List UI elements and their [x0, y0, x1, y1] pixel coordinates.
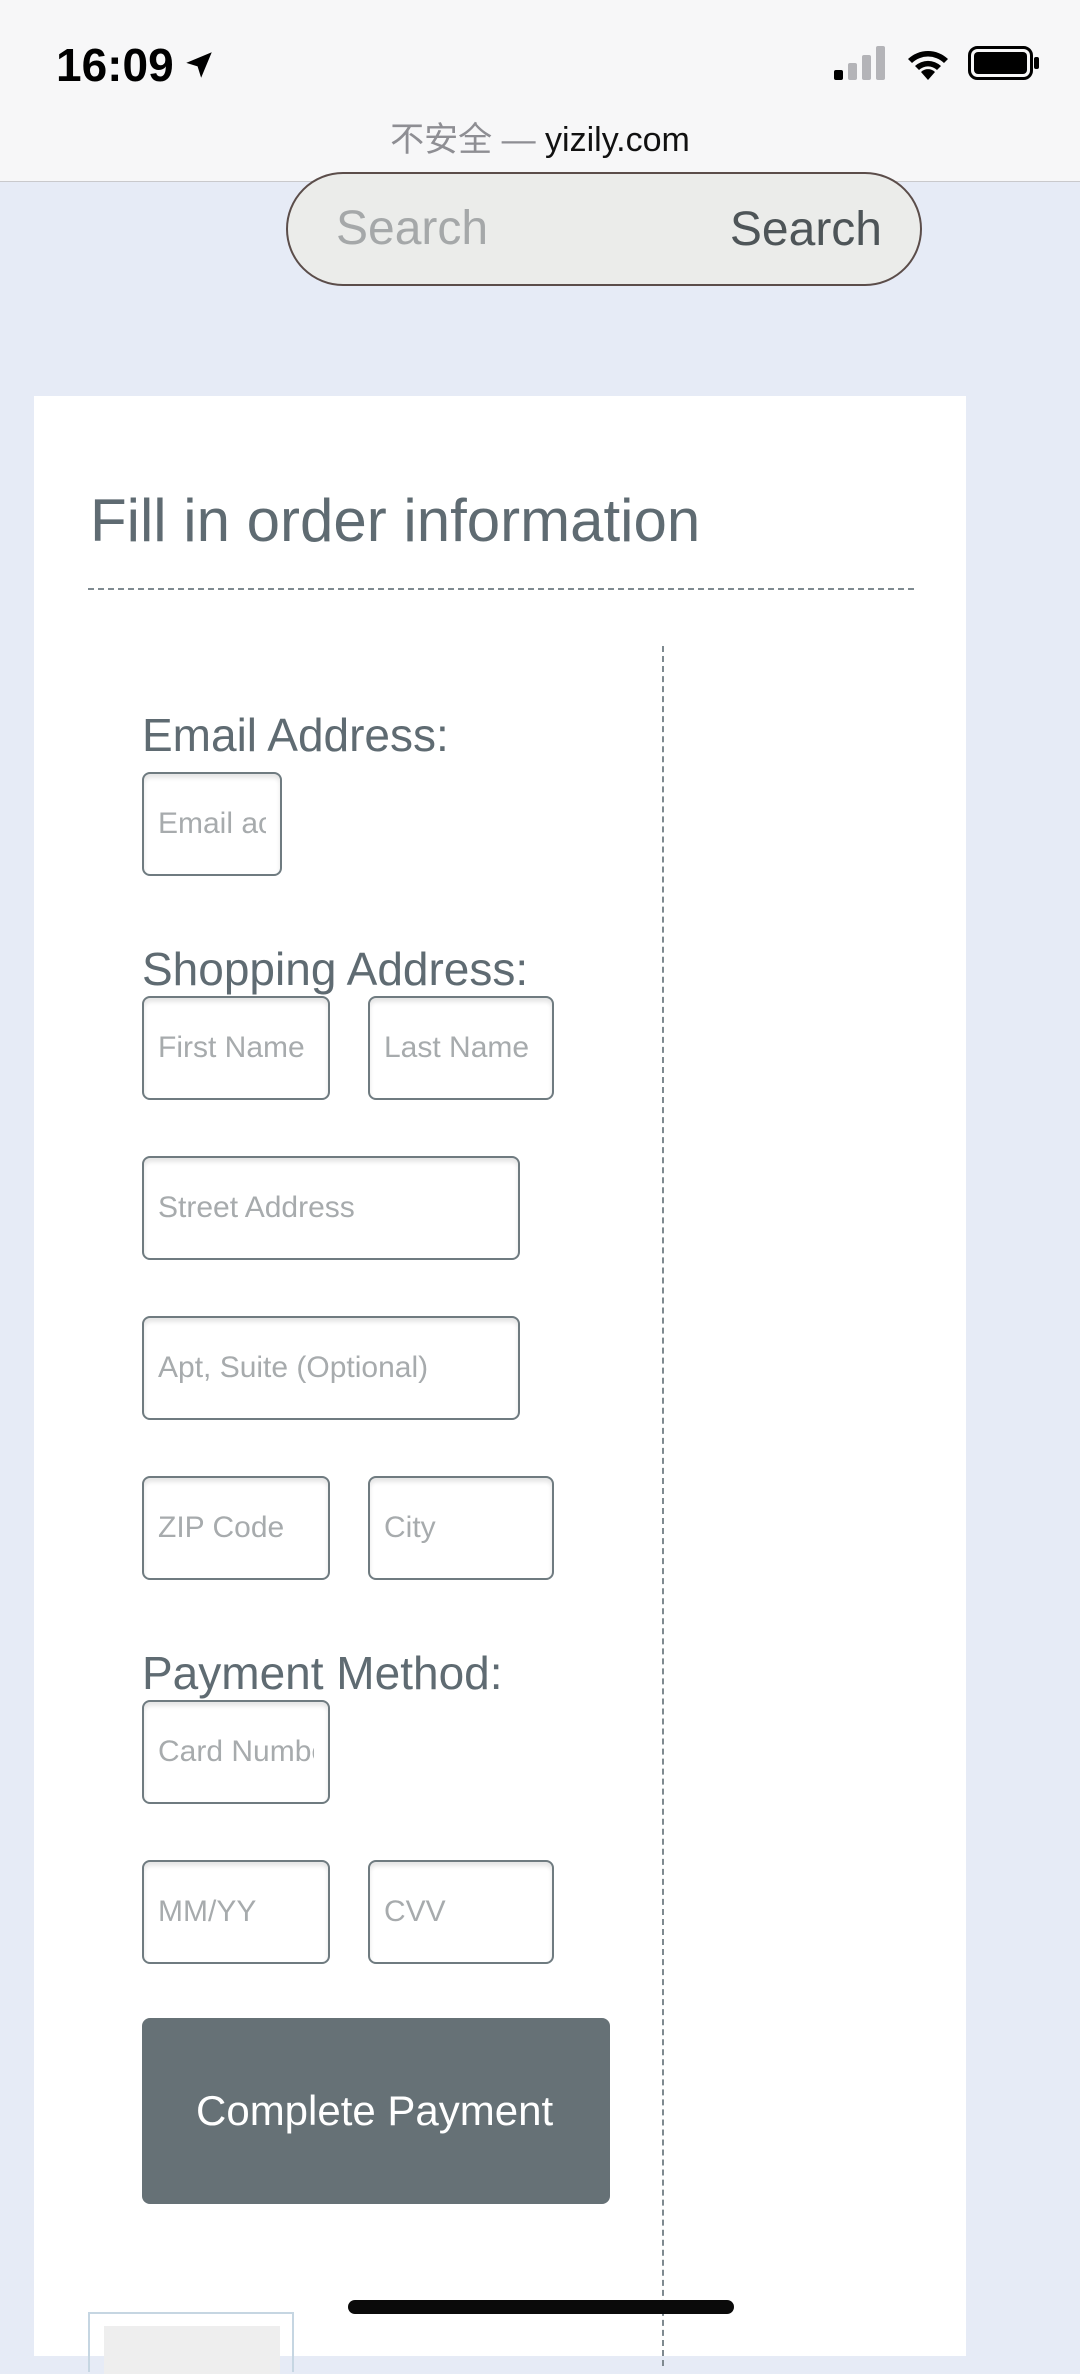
column-divider [662, 646, 664, 2366]
not-secure-label: 不安全 — [390, 121, 536, 159]
location-arrow-icon [185, 52, 212, 78]
email-label: Email Address: [142, 709, 449, 761]
status-icons [834, 46, 1040, 80]
product-thumbnail [88, 2312, 294, 2374]
first-name-field[interactable] [142, 996, 330, 1100]
last-name-field[interactable] [368, 996, 554, 1100]
address-bar[interactable]: 不安全 — yizily.com [0, 112, 1080, 161]
card-number-field[interactable] [142, 1700, 330, 1804]
cvv-field[interactable] [368, 1860, 554, 1964]
complete-payment-button[interactable]: Complete Payment [142, 2018, 610, 2204]
wifi-icon [908, 51, 948, 80]
home-indicator[interactable] [348, 2300, 734, 2314]
street-address-field[interactable] [142, 1156, 520, 1260]
status-bar: 16:09 不安全 — yizily.com [0, 0, 1080, 182]
status-time: 16:09 [56, 38, 216, 92]
expiry-field[interactable] [142, 1860, 330, 1964]
url-domain: yizily.com [545, 121, 690, 159]
title-divider [88, 588, 914, 590]
city-field[interactable] [368, 1476, 554, 1580]
search-button[interactable]: Search [730, 202, 882, 257]
cellular-signal-icon [834, 46, 885, 80]
search-input[interactable] [336, 198, 696, 258]
thumbnail-image [104, 2326, 280, 2374]
shipping-address-label: Shopping Address: [142, 943, 529, 995]
clock-text: 16:09 [56, 39, 174, 91]
apt-suite-field[interactable] [142, 1316, 520, 1420]
order-form-card: Fill in order information Email Address:… [34, 396, 966, 2374]
email-field[interactable] [142, 772, 282, 876]
zip-code-field[interactable] [142, 1476, 330, 1580]
battery-icon [968, 46, 1039, 80]
search-bar: Search [286, 172, 922, 286]
page-title: Fill in order information [90, 487, 701, 554]
payment-method-label: Payment Method: [142, 1647, 503, 1699]
